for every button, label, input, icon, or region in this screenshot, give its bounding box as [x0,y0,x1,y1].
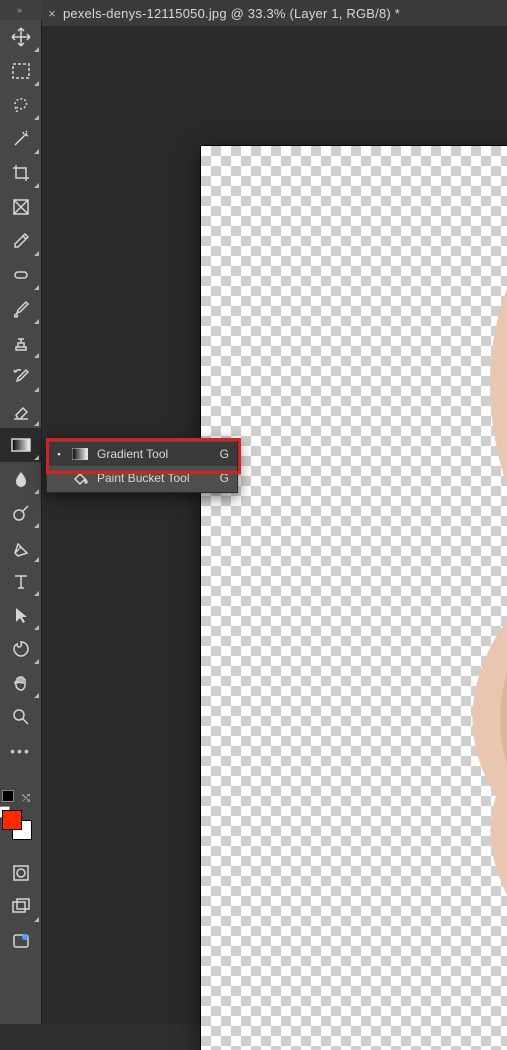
selected-indicator-icon: ▪ [55,449,63,459]
healing-brush-tool[interactable] [0,258,41,292]
type-tool[interactable] [0,564,41,598]
flyout-indicator-icon [34,353,39,358]
brush-tool[interactable] [0,292,41,326]
dodge-tool[interactable] [0,496,41,530]
flyout-indicator-icon [34,917,39,922]
flyout-indicator-icon [34,625,39,630]
eraser-tool[interactable] [0,394,41,428]
lasso-tool[interactable] [0,88,41,122]
frame-tool[interactable] [0,190,41,224]
flyout-indicator-icon [34,251,39,256]
zoom-tool[interactable] [0,700,41,734]
path-selection-tool[interactable] [0,598,41,632]
flyout-indicator-icon [34,149,39,154]
pen-tool[interactable] [0,530,41,564]
flyout-indicator-icon [34,557,39,562]
flyout-item-shortcut: G [215,447,229,461]
flyout-indicator-icon [34,693,39,698]
hand-tool[interactable] [0,666,41,700]
image-content [401,146,507,1050]
flyout-indicator-icon [34,591,39,596]
tools-panel: ••• ⤭ [0,20,42,1024]
flyout-item-gradient-tool[interactable]: ▪ Gradient Tool G [47,442,237,466]
flyout-item-paint-bucket-tool[interactable]: Paint Bucket Tool G [47,466,237,490]
color-controls: ⤭ [0,790,43,840]
flyout-indicator-icon [34,81,39,86]
expand-icon: » [17,5,24,15]
gradient-tool[interactable] [0,428,41,462]
eyedropper-tool[interactable] [0,224,41,258]
flyout-indicator-icon [34,319,39,324]
crop-tool[interactable] [0,156,41,190]
flyout-indicator-icon [34,183,39,188]
foreground-color-swatch[interactable] [2,810,22,830]
default-colors-button[interactable] [2,790,14,802]
more-icon: ••• [10,743,31,759]
flyout-indicator-icon [34,421,39,426]
toolbar-collapse-handle[interactable]: » [0,0,41,20]
flyout-indicator-icon [34,115,39,120]
gradient-icon [71,448,89,460]
flyout-indicator-icon [34,47,39,52]
blur-tool[interactable] [0,462,41,496]
gradient-icon [11,437,31,453]
swap-colors-button[interactable]: ⤭ [22,793,30,804]
flyout-indicator-icon [34,387,39,392]
tool-flyout-menu: ▪ Gradient Tool G Paint Bucket Tool G [46,439,238,493]
flyout-indicator-icon [34,285,39,290]
close-tab-button[interactable]: × [41,6,63,21]
flyout-indicator-icon [34,523,39,528]
rectangular-marquee-tool[interactable] [0,54,41,88]
document-canvas[interactable] [201,146,507,1050]
document-tab-bar: × pexels-denys-12115050.jpg @ 33.3% (Lay… [41,0,507,27]
quick-mask-button[interactable] [0,856,41,890]
history-brush-tool[interactable] [0,360,41,394]
screen-mode-button[interactable] [0,890,41,924]
move-tool[interactable] [0,20,41,54]
flyout-item-label: Gradient Tool [97,447,207,461]
flyout-indicator-icon [34,489,39,494]
paint-bucket-icon [71,471,89,485]
flyout-item-shortcut: G [215,471,229,485]
magic-wand-tool[interactable] [0,122,41,156]
shape-tool[interactable] [0,632,41,666]
edit-toolbar-button[interactable]: ••• [0,734,41,768]
document-tab-title[interactable]: pexels-denys-12115050.jpg @ 33.3% (Layer… [63,6,507,21]
canvas-stage [41,26,507,1024]
flyout-indicator-icon [34,455,39,460]
share-button[interactable] [0,924,41,958]
flyout-item-label: Paint Bucket Tool [97,471,207,485]
clone-stamp-tool[interactable] [0,326,41,360]
flyout-indicator-icon [34,659,39,664]
